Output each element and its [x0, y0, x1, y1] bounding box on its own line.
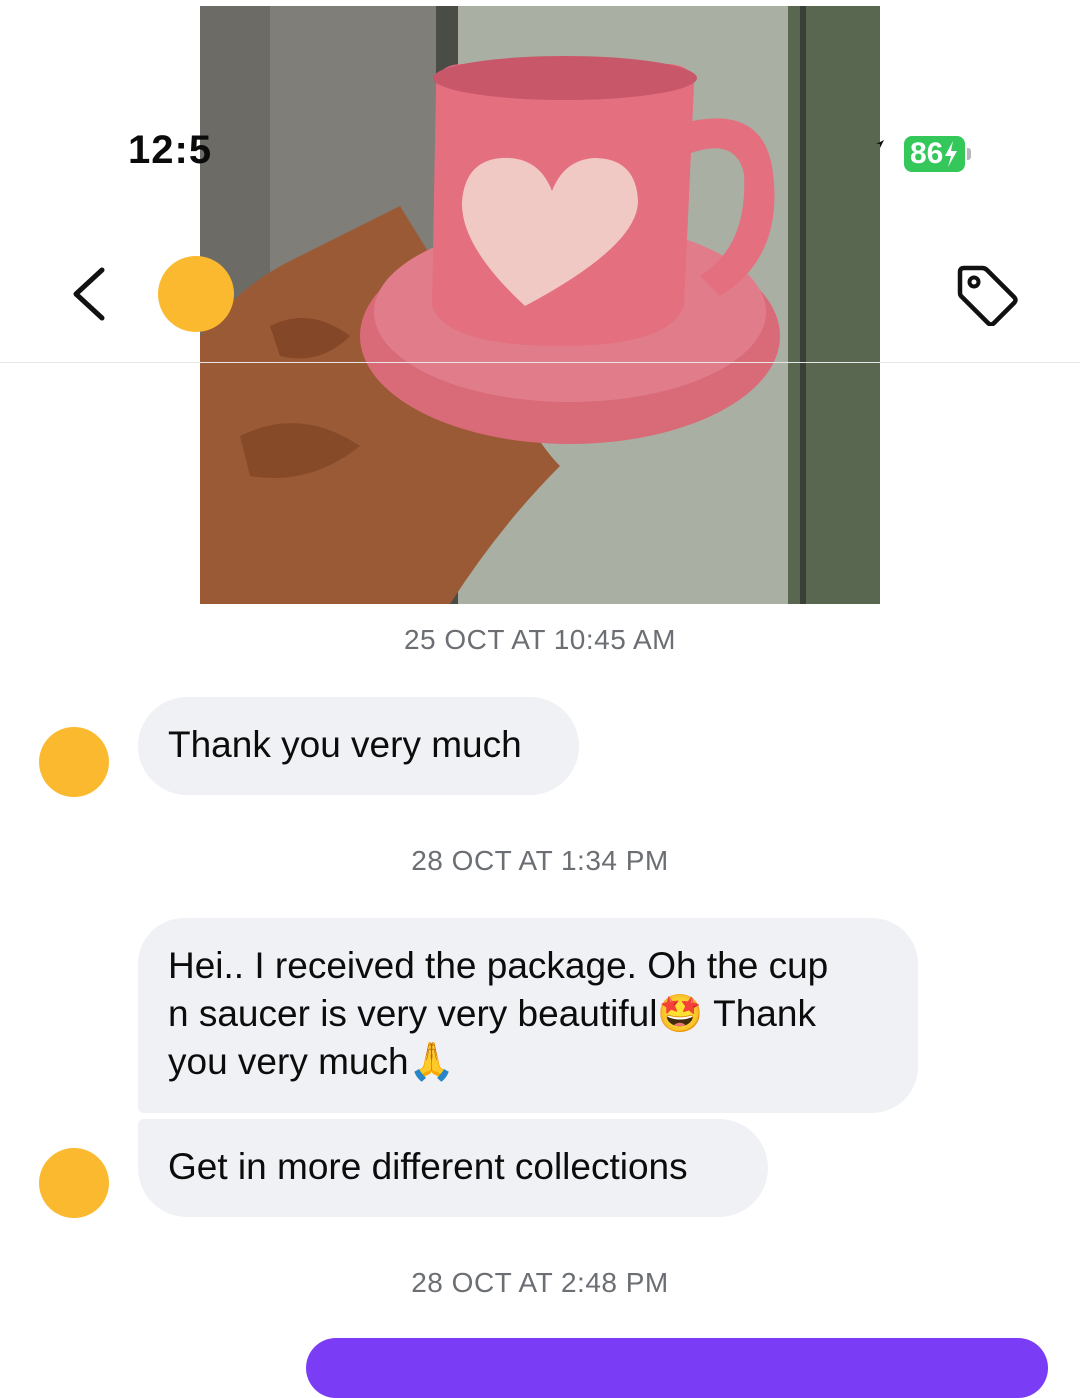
- sender-avatar[interactable]: [39, 727, 109, 797]
- battery-indicator: 86: [904, 136, 972, 172]
- back-chevron-icon[interactable]: [66, 266, 116, 322]
- outgoing-message-bubble[interactable]: [306, 1338, 1048, 1398]
- photo-attachment[interactable]: [200, 6, 880, 604]
- timestamp: 28 OCT AT 2:48 PM: [411, 1267, 669, 1298]
- charging-bolt-icon: [945, 141, 958, 167]
- location-arrow-icon: [876, 140, 884, 148]
- header-divider: [0, 362, 1080, 363]
- message-bubble[interactable]: Get in more different collections: [138, 1119, 768, 1217]
- timestamp: 28 OCT AT 1:34 PM: [411, 845, 669, 876]
- message-bubble[interactable]: Hei.. I received the package. Oh the cup…: [138, 918, 918, 1113]
- cup-photo-illustration: [200, 6, 880, 604]
- tag-icon[interactable]: [952, 262, 1020, 326]
- contact-avatar[interactable]: [158, 256, 234, 332]
- message-text-line: n saucer is very very beautiful🤩 Thank: [168, 993, 816, 1034]
- message-bubble[interactable]: Thank you very much: [138, 697, 579, 795]
- sender-avatar[interactable]: [39, 1148, 109, 1218]
- status-time: 12:5: [128, 128, 213, 172]
- timestamp: 25 OCT AT 10:45 AM: [403, 624, 677, 655]
- battery-level: 86: [910, 137, 944, 170]
- message-text-line: Hei.. I received the package. Oh the cup: [168, 945, 829, 986]
- message-text-line: you very much🙏: [168, 1041, 455, 1082]
- message-text: Thank you very much: [168, 724, 522, 765]
- message-text: Get in more different collections: [168, 1146, 688, 1187]
